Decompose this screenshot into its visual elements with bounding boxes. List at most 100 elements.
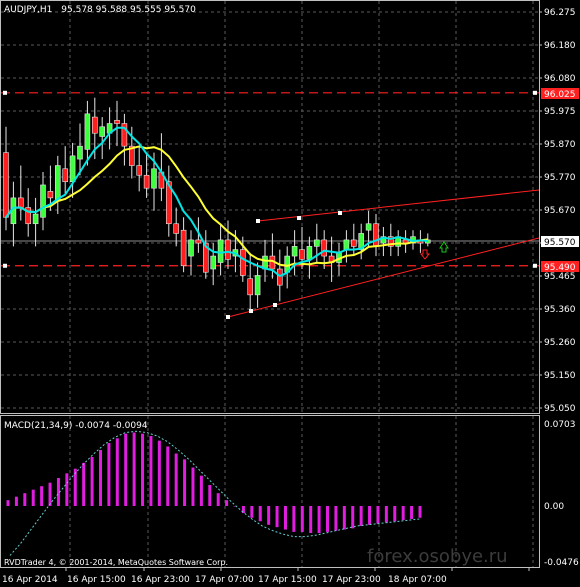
candle-body: [240, 249, 246, 276]
watermark: forex.osobye.ru: [367, 546, 508, 567]
candle-body: [54, 165, 61, 202]
macd-bar: [132, 432, 136, 506]
macd-bar: [157, 440, 161, 506]
macd-bar: [90, 457, 94, 506]
macd-bar: [124, 433, 128, 506]
main-chart-frame: [0, 0, 540, 414]
macd-tick-label: -0.0476: [544, 558, 579, 568]
time-tick-label: 16 Apr 15:00: [67, 575, 126, 585]
price-tick-label: 96.080: [544, 74, 576, 84]
candle-body: [180, 229, 187, 267]
candle-body: [188, 239, 194, 257]
lower-level-marker: 95.490: [541, 261, 579, 273]
macd-title: MACD(21,34,9) -0.0074 -0.0094: [4, 421, 148, 431]
trendline-anchor[interactable]: [297, 216, 301, 220]
candle-body: [114, 119, 120, 124]
svg-text:96.025: 96.025: [544, 90, 576, 100]
candle-body: [343, 239, 350, 250]
symbol-header: AUDJPY,H1 95.578 95.588 95.555 95.570: [4, 5, 196, 15]
candle-body: [3, 152, 9, 218]
macd-bar: [23, 493, 27, 506]
macd-bar: [14, 496, 18, 506]
candle-body: [291, 246, 298, 257]
candle-body: [143, 174, 150, 189]
candle-body: [99, 126, 105, 137]
trading-chart[interactable]: 96.275 96.180 96.080 95.975 95.870 95.770 95.6…: [0, 0, 580, 587]
upper-level-marker: 96.025: [541, 88, 579, 100]
macd-bar: [317, 506, 321, 534]
svg-text:95.570: 95.570: [544, 238, 576, 248]
macd-bar: [107, 443, 111, 506]
macd-bar: [342, 506, 346, 530]
level-handle[interactable]: [533, 263, 537, 268]
price-tick-label: 95.150: [544, 371, 576, 381]
time-tick-label: 17 Apr 23:00: [322, 575, 381, 585]
macd-bar: [275, 506, 279, 528]
macd-bar: [393, 506, 397, 522]
macd-bar: [115, 438, 119, 506]
macd-bar: [283, 506, 287, 530]
trendline-anchor[interactable]: [273, 303, 277, 307]
macd-bar: [174, 453, 178, 506]
macd-bar: [334, 506, 338, 531]
macd-bar: [216, 493, 220, 506]
price-tick-label: 95.770: [544, 173, 576, 183]
candle-body: [92, 116, 98, 134]
macd-tick-label: 0.00: [544, 502, 564, 512]
candle-body: [321, 239, 328, 257]
candle-body: [313, 239, 320, 247]
candle-body: [306, 246, 313, 260]
macd-bar: [183, 459, 187, 506]
time-tick-label: 17 Apr 07:00: [195, 575, 254, 585]
macd-bar: [149, 436, 153, 506]
macd-bar: [141, 433, 145, 506]
level-handle[interactable]: [3, 90, 7, 95]
level-handle[interactable]: [533, 90, 537, 95]
macd-bar: [376, 506, 380, 524]
macd-bar: [384, 506, 388, 523]
macd-bar: [65, 473, 69, 506]
trendline-anchor[interactable]: [226, 315, 230, 319]
candle-body: [32, 213, 39, 225]
trendline-anchor[interactable]: [249, 309, 253, 313]
candle-body: [217, 239, 224, 263]
price-axis: 96.275 96.180 96.080 95.975 95.870 95.770 95.6…: [539, 8, 576, 414]
macd-axis: 0.0703 0.00 -0.0476: [544, 420, 579, 568]
price-tick-label: 96.275: [544, 8, 576, 18]
trendline-anchor[interactable]: [338, 211, 342, 215]
svg-text:95.490: 95.490: [544, 263, 576, 273]
current-price-marker: 95.570: [541, 236, 579, 248]
macd-tick-label: 0.0703: [544, 420, 576, 430]
macd-bar: [208, 485, 212, 506]
copyright-text: RVDTrader 4, © 2001-2014, MetaQuotes Sof…: [4, 558, 228, 567]
macd-bar: [48, 482, 52, 506]
macd-bar: [6, 500, 10, 506]
price-tick-label: 95.870: [544, 140, 576, 150]
candle-body: [254, 275, 261, 296]
macd-bar: [225, 500, 229, 506]
level-handle[interactable]: [3, 263, 7, 268]
price-tick-label: 95.975: [544, 107, 576, 117]
price-tick-label: 95.360: [544, 305, 576, 315]
macd-bar: [410, 506, 414, 519]
macd-bar: [40, 486, 44, 506]
macd-bar: [258, 506, 262, 522]
time-tick-label: 18 Apr 07:00: [388, 575, 447, 585]
candle-body: [247, 278, 253, 296]
candle-body: [84, 113, 91, 150]
macd-bar: [359, 506, 363, 526]
symbol-timeframe: AUDJPY,H1: [4, 5, 52, 15]
macd-bar: [368, 506, 372, 525]
macd-bar: [166, 446, 170, 506]
candle-body: [17, 197, 24, 208]
price-tick-label: 95.050: [544, 404, 576, 414]
time-tick-label: 16 Apr 23:00: [131, 575, 190, 585]
macd-bar: [199, 475, 203, 506]
candle-body: [62, 168, 69, 183]
trendline-anchor[interactable]: [256, 219, 260, 223]
candle-body: [173, 223, 179, 234]
macd-bar: [73, 468, 77, 506]
macd-bar: [401, 506, 405, 521]
price-tick-label: 96.180: [544, 41, 576, 51]
candle-body: [40, 184, 46, 218]
